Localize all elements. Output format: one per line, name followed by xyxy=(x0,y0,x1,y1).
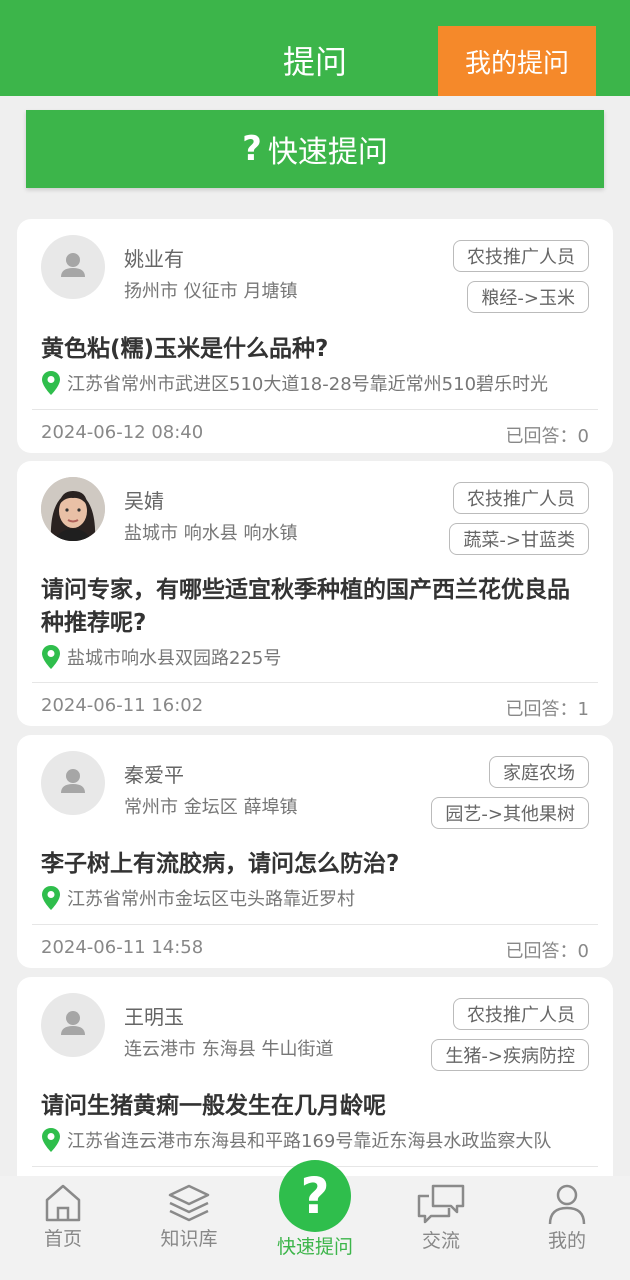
user-name: 秦爱平 xyxy=(124,763,184,787)
question-date: 2024-06-11 16:02 xyxy=(41,695,204,716)
bottom-tab-bar: 首页 知识库 ? 快速提问 交流 我的 xyxy=(0,1160,630,1280)
header-bar: 提问 我的提问 xyxy=(0,0,630,96)
question-location: 盐城市响水县双园路225号 xyxy=(41,644,593,670)
question-card[interactable]: 秦爱平 常州市 金坛区 薛埠镇 家庭农场 园艺->其他果树 李子树上有流胶病，请… xyxy=(17,735,613,968)
avatar xyxy=(41,751,105,815)
role-tag: 农技推广人员 xyxy=(453,240,589,272)
location-text: 盐城市响水县双园路225号 xyxy=(67,648,282,669)
category-tag: 蔬菜->甘蓝类 xyxy=(449,523,589,555)
avatar xyxy=(41,477,105,541)
location-pin-icon xyxy=(42,886,60,910)
user-name: 王明玉 xyxy=(124,1005,184,1029)
answer-count: 已回答：1 xyxy=(505,699,589,720)
tab-home[interactable]: 首页 xyxy=(13,1176,113,1280)
avatar xyxy=(41,993,105,1057)
question-date: 2024-06-12 08:40 xyxy=(41,422,204,443)
question-mark-icon: ? xyxy=(242,129,262,169)
chat-icon xyxy=(417,1184,465,1224)
quick-ask-button[interactable]: ? 快速提问 xyxy=(26,110,604,188)
question-title: 黄色粘(糯)玉米是什么品种? xyxy=(41,336,329,362)
category-tag: 园艺->其他果树 xyxy=(431,797,589,829)
tab-label: 知识库 xyxy=(160,1228,218,1250)
tab-label: 我的 xyxy=(547,1230,586,1252)
answer-count: 已回答：0 xyxy=(505,426,589,447)
home-icon xyxy=(45,1184,81,1222)
question-location: 江苏省常州市金坛区屯头路靠近罗村 xyxy=(41,885,593,911)
default-avatar-icon xyxy=(61,1011,85,1035)
location-pin-icon xyxy=(42,645,60,669)
user-region: 扬州市 仪征市 月塘镇 xyxy=(124,281,298,302)
default-avatar-icon xyxy=(61,253,85,277)
role-tag: 农技推广人员 xyxy=(453,482,589,514)
question-title: 请问专家，有哪些适宜秋季种植的国产西兰花优良品种推荐呢? xyxy=(41,577,570,636)
role-tag: 家庭农场 xyxy=(489,756,589,788)
tab-label: 首页 xyxy=(43,1228,82,1250)
category-tag: 生猪->疾病防控 xyxy=(431,1039,589,1071)
location-text: 江苏省连云港市东海县和平路169号靠近东海县水政监察大队 xyxy=(67,1131,552,1152)
role-tag: 农技推广人员 xyxy=(453,998,589,1030)
location-text: 江苏省常州市武进区510大道18-28号靠近常州510碧乐时光 xyxy=(67,374,549,395)
tab-knowledge[interactable]: 知识库 xyxy=(139,1176,239,1280)
location-pin-icon xyxy=(42,1128,60,1152)
question-icon: ? xyxy=(279,1160,351,1232)
divider xyxy=(32,409,598,410)
location-text: 江苏省常州市金坛区屯头路靠近罗村 xyxy=(67,889,355,910)
tab-quick-ask[interactable]: ? 快速提问 xyxy=(261,1160,361,1280)
user-region: 盐城市 响水县 响水镇 xyxy=(124,523,298,544)
layers-icon xyxy=(168,1184,210,1222)
category-tag: 粮经->玉米 xyxy=(467,281,589,313)
user-icon xyxy=(548,1184,586,1225)
tab-mine[interactable]: 我的 xyxy=(517,1176,617,1280)
question-card[interactable]: 姚业有 扬州市 仪征市 月塘镇 农技推广人员 粮经->玉米 黄色粘(糯)玉米是什… xyxy=(17,219,613,453)
answer-count: 已回答：0 xyxy=(505,941,589,962)
tab-label: 交流 xyxy=(421,1230,460,1252)
default-avatar-icon xyxy=(61,769,85,793)
divider xyxy=(32,924,598,925)
location-pin-icon xyxy=(42,371,60,395)
avatar xyxy=(41,235,105,299)
question-location: 江苏省常州市武进区510大道18-28号靠近常州510碧乐时光 xyxy=(41,370,593,396)
divider xyxy=(32,682,598,683)
question-title: 请问生猪黄痢一般发生在几月龄呢 xyxy=(41,1093,386,1119)
tab-chat[interactable]: 交流 xyxy=(391,1176,491,1280)
user-name: 姚业有 xyxy=(124,247,184,271)
user-region: 常州市 金坛区 薛埠镇 xyxy=(124,797,298,818)
question-location: 江苏省连云港市东海县和平路169号靠近东海县水政监察大队 xyxy=(41,1127,593,1153)
question-date: 2024-06-11 14:58 xyxy=(41,937,204,958)
user-photo-icon xyxy=(41,477,105,541)
user-name: 吴婧 xyxy=(124,489,164,513)
user-region: 连云港市 东海县 牛山街道 xyxy=(124,1039,334,1060)
question-title: 李子树上有流胶病，请问怎么防治? xyxy=(41,851,400,877)
quick-ask-label: 快速提问 xyxy=(267,135,388,170)
question-card[interactable]: 吴婧 盐城市 响水县 响水镇 农技推广人员 蔬菜->甘蓝类 请问专家，有哪些适宜… xyxy=(17,461,613,726)
my-questions-button[interactable]: 我的提问 xyxy=(438,26,596,96)
tab-label: 快速提问 xyxy=(276,1236,353,1258)
